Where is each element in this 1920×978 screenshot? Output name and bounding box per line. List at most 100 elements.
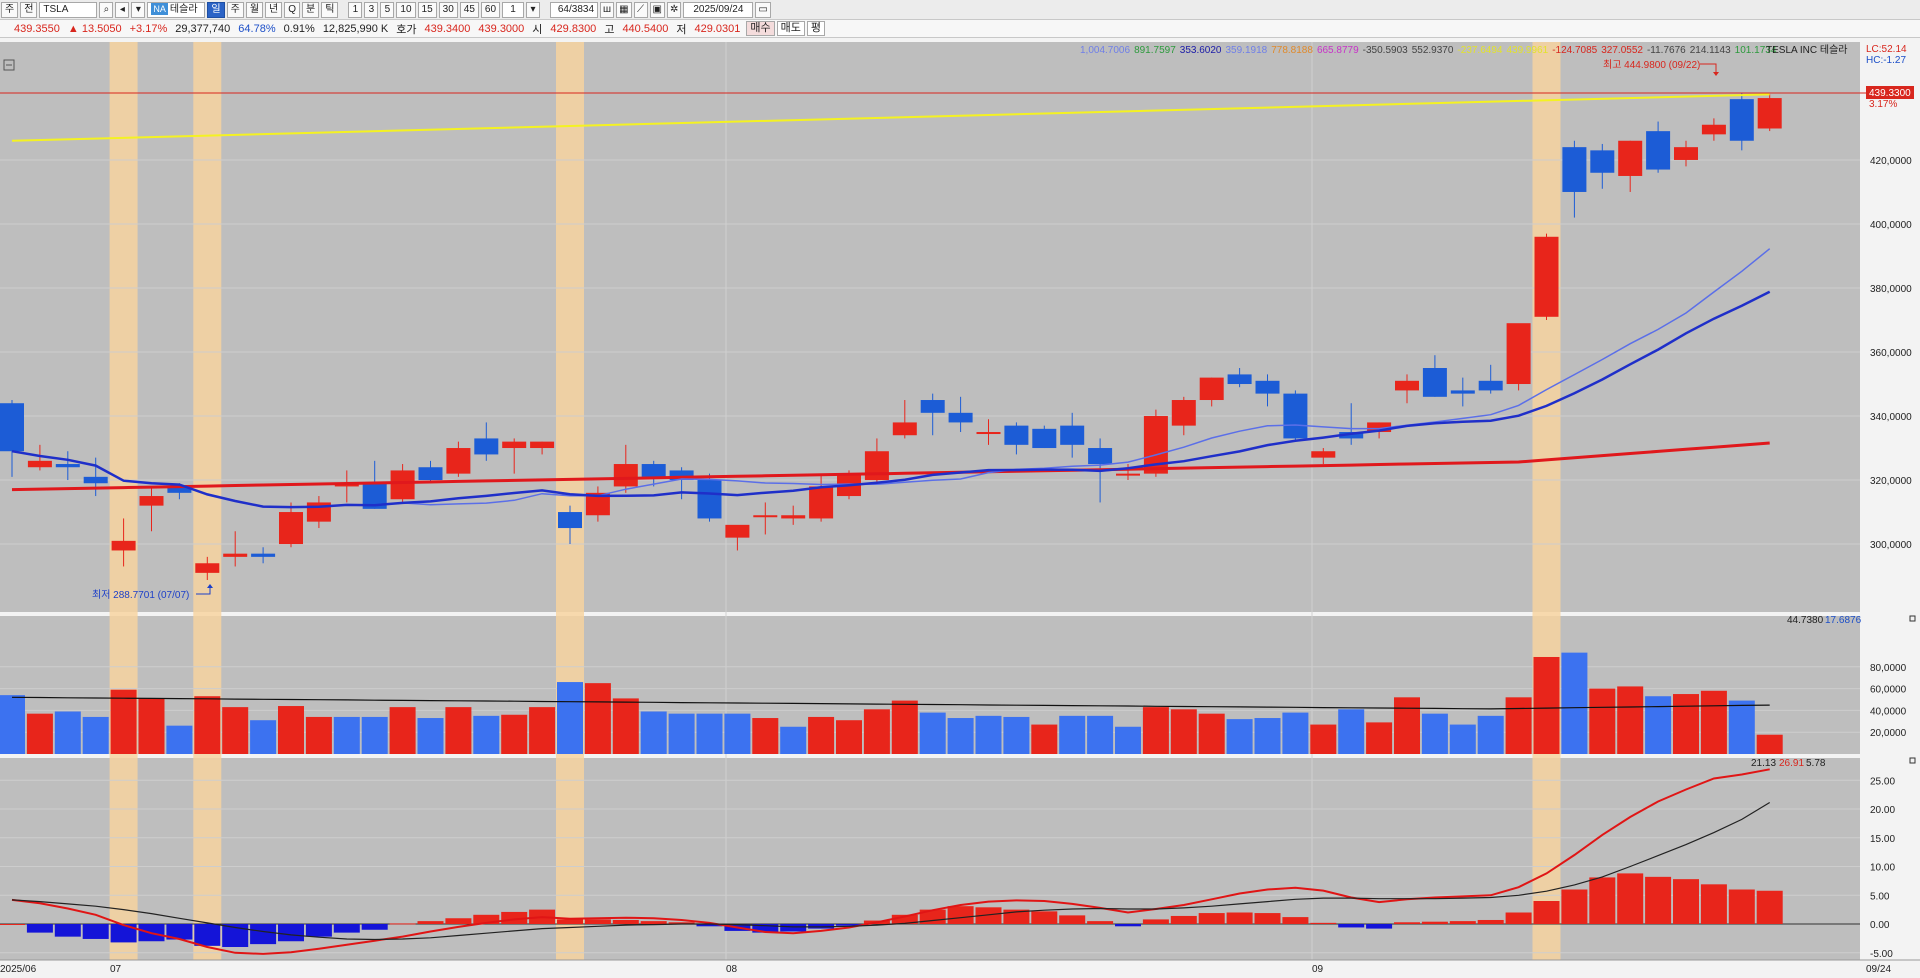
period-month-button[interactable]: 월 [245,1,264,18]
macd-hist-bar-53 [1477,919,1504,924]
bar-count-input[interactable]: 64/3834 [550,1,599,18]
gear-icon[interactable]: ✲ [666,1,682,18]
price-tick-0: 420,0000 [1870,156,1912,167]
minute-step-30[interactable]: 30 [438,1,458,18]
candle-body-25 [697,480,722,519]
macd-hist-bar-46 [1282,917,1309,924]
period-type-select[interactable]: 주 [1,1,19,18]
period-minute-button[interactable]: 분 [302,1,320,18]
volume-bar-31 [863,709,890,754]
period-year-button[interactable]: 년 [265,1,283,18]
volume-bar-5 [138,698,165,754]
volume-tick-0: 80,0000 [1870,663,1907,674]
volume-bar-57 [1589,688,1616,754]
minute-step-5[interactable]: 5 [380,1,395,18]
buy-button[interactable]: 매수 [746,21,775,36]
stock-name-field[interactable]: NA 테슬라 [147,1,206,18]
minute-step-15[interactable]: 15 [417,1,437,18]
quote-bar: 439.3550 ▲ 13.5050 +3.17% 29,377,740 64.… [0,20,1920,38]
prev-button[interactable]: 전 [20,1,38,18]
x-label-jul: 07 [110,964,122,975]
legend-value-10: -124.7085 [1552,45,1597,56]
volume-bar-6 [166,725,193,754]
macd-header-b: 26.91 [1779,758,1804,769]
search-icon[interactable]: ⌕ [99,1,114,18]
candle-body-4 [111,540,136,551]
bar-chart-icon[interactable]: ш [600,1,615,18]
macd-hist-bar-1 [26,924,53,933]
volume-header-a: 44.7380 [1787,615,1824,626]
minute-step-60[interactable]: 60 [480,1,501,18]
volume-bar-39 [1087,715,1114,754]
macd-hist-bar-54 [1505,912,1532,924]
candle-body-8 [223,553,248,557]
volume-bar-58 [1617,686,1644,754]
minute-step-10[interactable]: 10 [396,1,416,18]
macd-hist-bar-62 [1728,889,1755,924]
macd-hist-bar-43 [1198,913,1225,924]
volume-bar-4 [110,689,137,754]
chart-area[interactable]: 420,0000 400,0000 380,0000 360,0000 340,0000… [0,40,1920,978]
axis-gutter [1860,42,1920,960]
speaker-icon[interactable]: ◂ [115,1,130,18]
legend-value-3: 359.1918 [1226,45,1268,56]
candle-body-62 [1729,99,1754,141]
volume-bar-25 [696,713,723,754]
sell-button[interactable]: 매도 [776,21,805,36]
average-button[interactable]: 평 [806,21,825,36]
step-dropdown-icon[interactable]: ▾ [526,1,541,18]
high-note: 최고 444.9800 (09/22) [1603,59,1700,71]
period-week-button[interactable]: 주 [226,1,244,18]
minute-step-3[interactable]: 3 [364,1,379,18]
macd-hist-bar-11 [305,924,332,937]
period-tick-button[interactable]: 틱 [321,1,339,18]
period-day-button[interactable]: 일 [207,1,225,18]
trend-line-icon[interactable]: ⟋ [633,1,648,18]
minute-step-45[interactable]: 45 [459,1,479,18]
volume-bar-37 [1031,724,1058,754]
symbol-input[interactable]: TSLA [39,1,98,18]
legend-value-4: 778.8188 [1271,45,1313,56]
macd-hist-bar-2 [54,924,81,937]
price-tick-4: 340,0000 [1870,412,1912,423]
candle-body-54 [1506,323,1531,385]
volume-bar-20 [557,682,583,754]
candle-body-10 [279,512,303,545]
macd-hist-bar-60 [1673,879,1699,924]
legend-value-7: 552.9370 [1412,45,1454,56]
macd-tick-2: 15.00 [1870,834,1895,845]
candle-body-20 [558,512,582,529]
macd-hist-bar-42 [1170,915,1197,924]
minute-step-1[interactable]: 1 [348,1,363,18]
candle-body-53 [1478,380,1503,391]
macd-hist-bar-38 [1059,915,1086,924]
calendar-icon[interactable]: ▭ [755,1,771,18]
volume-bar-0 [0,695,25,754]
date-input[interactable]: 2025/09/24 [683,1,754,18]
candle-body-7 [195,563,220,573]
step-input[interactable]: 1 [502,1,525,18]
candle-body-2 [55,464,80,468]
bar-total: /3834 [569,3,595,15]
macd-hist-bar-10 [278,924,304,942]
chevron-down-icon[interactable]: ▾ [131,1,146,18]
volume-bar-63 [1756,734,1783,754]
volume-bar-59 [1645,696,1672,754]
grid-icon[interactable]: ▦ [616,1,632,18]
candle-body-61 [1701,124,1726,135]
volume-bar-28 [780,726,807,754]
volume-bar-46 [1282,712,1309,754]
candle-body-29 [809,486,834,519]
candle-body-58 [1618,140,1643,176]
volume-bar-35 [975,715,1002,754]
candle-body-35 [976,432,1001,435]
macd-header-c: 5.78 [1806,758,1826,769]
macd-hist-bar-20 [557,919,583,924]
save-icon[interactable]: ▣ [649,1,665,18]
volume-bar-29 [808,716,835,754]
ask-price: 439.3400 [424,22,471,35]
price-change-pct: +3.17% [129,22,168,35]
period-quarter-button[interactable]: Q [284,1,300,18]
candle-body-15 [418,467,443,481]
volume-bar-11 [305,716,332,754]
